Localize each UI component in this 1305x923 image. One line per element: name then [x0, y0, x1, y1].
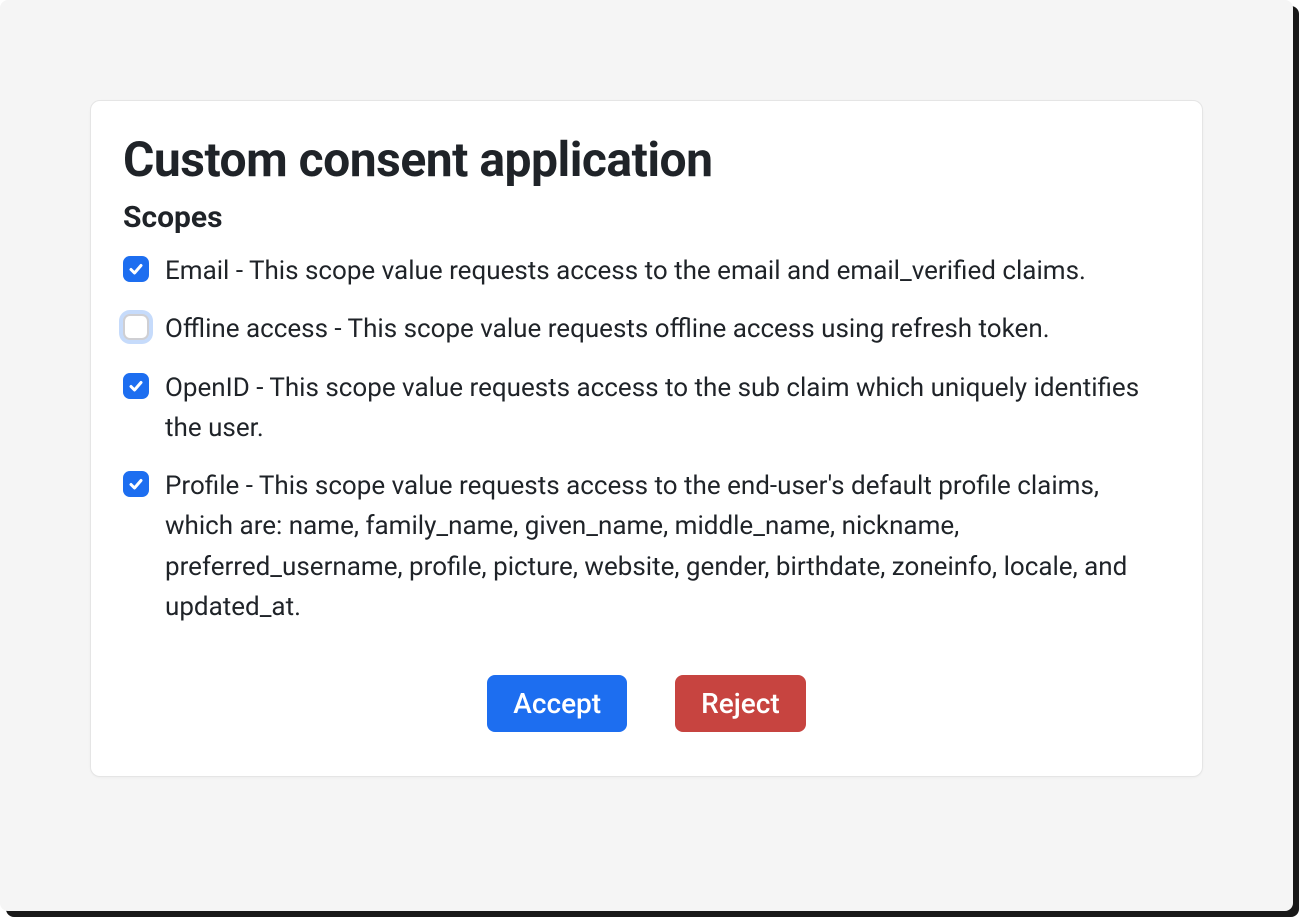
consent-card: Custom consent application Scopes Email …	[90, 100, 1203, 777]
checkbox-profile[interactable]	[123, 471, 149, 497]
check-icon	[128, 261, 144, 277]
accept-button[interactable]: Accept	[487, 675, 627, 732]
scope-label-profile: Profile - This scope value requests acce…	[165, 466, 1170, 627]
scope-item-openid: OpenID - This scope value requests acces…	[123, 368, 1170, 449]
window-frame: Custom consent application Scopes Email …	[0, 0, 1293, 911]
scope-item-profile: Profile - This scope value requests acce…	[123, 466, 1170, 627]
check-icon	[128, 378, 144, 394]
scope-item-email: Email - This scope value requests access…	[123, 251, 1170, 291]
action-buttons: Accept Reject	[123, 675, 1170, 732]
reject-button[interactable]: Reject	[675, 675, 806, 732]
page-title: Custom consent application	[123, 131, 1170, 188]
scopes-heading: Scopes	[123, 200, 1170, 235]
checkbox-offline-access[interactable]	[123, 314, 149, 340]
scope-label-offline-access: Offline access - This scope value reques…	[165, 309, 1050, 349]
scope-item-offline-access: Offline access - This scope value reques…	[123, 309, 1170, 349]
scope-label-openid: OpenID - This scope value requests acces…	[165, 368, 1170, 449]
scope-list: Email - This scope value requests access…	[123, 251, 1170, 627]
checkbox-openid[interactable]	[123, 373, 149, 399]
check-icon	[128, 476, 144, 492]
scope-label-email: Email - This scope value requests access…	[165, 251, 1086, 291]
checkbox-email[interactable]	[123, 256, 149, 282]
